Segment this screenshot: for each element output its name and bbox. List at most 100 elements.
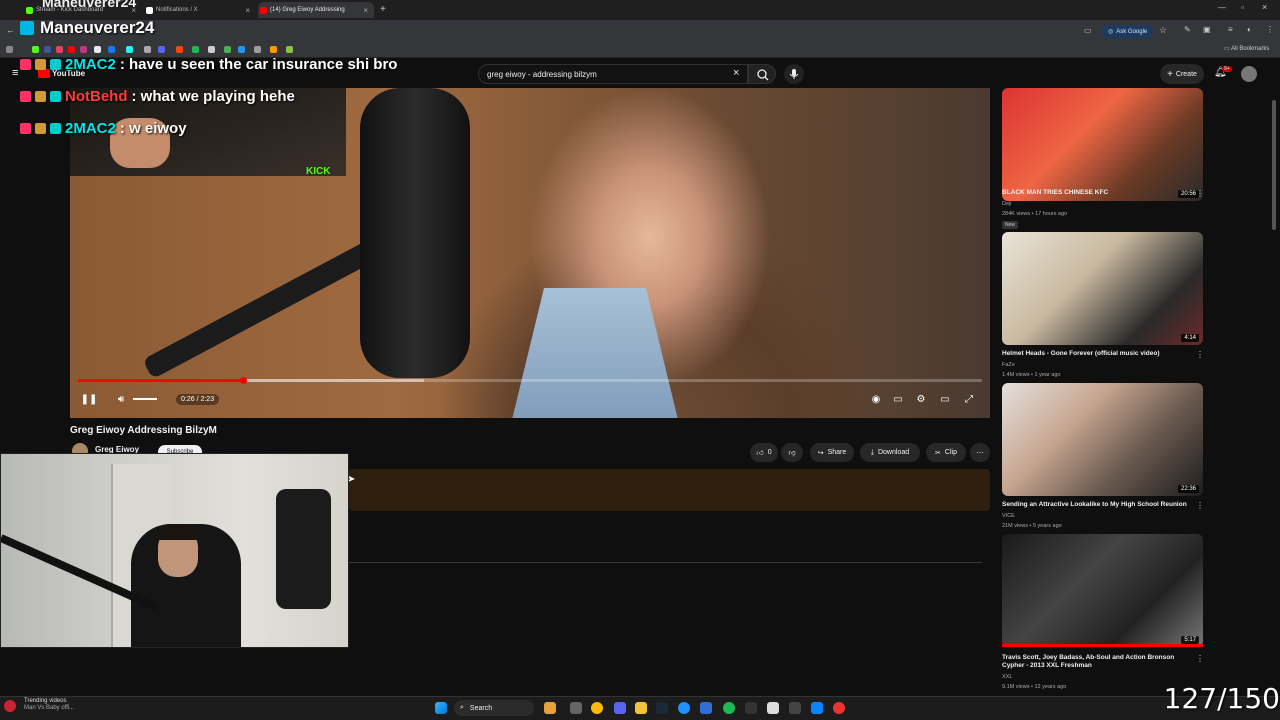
bookmark-icon[interactable] — [254, 46, 261, 53]
search-button[interactable] — [748, 64, 776, 84]
more-options-icon[interactable]: ⋮ — [1196, 189, 1204, 198]
bookmark-icon[interactable] — [208, 46, 215, 53]
bookmark-icon[interactable] — [192, 46, 199, 53]
taskbar-app-icon[interactable] — [700, 702, 712, 714]
bookmark-icon[interactable] — [238, 46, 245, 53]
like-button[interactable]: 👍︎ 0 — [750, 443, 778, 462]
obs-icon[interactable] — [745, 702, 757, 714]
bookmark-icon[interactable] — [80, 46, 87, 53]
taskbar-app-icon[interactable] — [544, 702, 556, 714]
taskbar-app-icon[interactable] — [789, 702, 801, 714]
close-tab-icon[interactable]: × — [245, 6, 250, 15]
extensions-icon[interactable]: ✎ — [1184, 25, 1191, 34]
recommendation-title[interactable]: BLACK MAN TRIES CHINESE KFC — [1002, 189, 1192, 197]
search-icon — [757, 69, 769, 81]
autoplay-toggle[interactable]: ◉ — [867, 391, 885, 407]
tab-notifications[interactable]: Notifications / X × — [144, 2, 256, 18]
settings-button[interactable]: ⚙ — [912, 391, 930, 407]
sidebar-icon[interactable]: ≡ — [1228, 25, 1233, 34]
puzzle-icon[interactable]: ▣ — [1203, 25, 1211, 34]
taskbar-app-icon[interactable] — [678, 702, 690, 714]
search-input[interactable]: greg eiwoy - addressing bilzym — [478, 64, 748, 84]
bookmark-icon[interactable] — [44, 46, 51, 53]
recommendation-channel[interactable]: FaZe — [1002, 362, 1015, 368]
streamer-badge-icon — [20, 21, 34, 35]
bookmark-icon[interactable] — [144, 46, 151, 53]
trending-widget[interactable]: Trending videos Man Vs Baby offi... — [10, 698, 74, 712]
back-icon[interactable]: ← — [6, 25, 15, 35]
tab-youtube-video[interactable]: (14) Greg Eiwoy Addressing × — [258, 2, 374, 18]
spotify-icon[interactable] — [723, 702, 735, 714]
bookmark-icon[interactable] — [126, 46, 133, 53]
chrome-icon[interactable] — [591, 702, 603, 714]
recommendation-title[interactable]: Helmet Heads - Gone Forever (official mu… — [1002, 350, 1192, 358]
clip-button[interactable]: ✂ Clip — [926, 443, 966, 462]
recommendation-thumbnail[interactable]: 22:36 — [1002, 383, 1203, 496]
recommendation-channel[interactable]: VICE — [1002, 513, 1015, 519]
bookmark-star-icon[interactable]: ☆ — [1159, 25, 1167, 36]
account-avatar[interactable] — [1241, 66, 1257, 82]
fullscreen-icon: ⤢ — [965, 393, 973, 405]
share-button[interactable]: ↪ Share — [810, 443, 854, 462]
more-actions-button[interactable]: ⋯ — [970, 443, 990, 462]
fullscreen-button[interactable]: ⤢ — [960, 391, 978, 407]
steam-icon[interactable] — [656, 702, 668, 714]
file-explorer-icon[interactable] — [635, 702, 647, 714]
new-tab-icon[interactable]: + — [380, 4, 386, 15]
description-box[interactable] — [349, 469, 990, 511]
bookmark-icon[interactable] — [158, 46, 165, 53]
bookmark-icon[interactable] — [94, 46, 101, 53]
clear-search-icon[interactable]: × — [733, 67, 739, 79]
bookmark-icon[interactable] — [108, 46, 115, 53]
more-options-icon[interactable]: ⋮ — [1196, 654, 1204, 663]
bookmark-icon[interactable] — [224, 46, 231, 53]
more-options-icon[interactable]: ⋮ — [1196, 501, 1204, 510]
recommendation-channel[interactable]: Deji — [1002, 201, 1011, 207]
volume-button[interactable]: 🔊︎ — [112, 391, 130, 407]
apps-icon[interactable] — [6, 46, 13, 53]
profile-icon[interactable]: ◐ — [1247, 25, 1252, 34]
progress-scrubber-handle[interactable] — [239, 377, 247, 384]
minimize-icon[interactable]: — — [1218, 3, 1226, 12]
autoplay-icon: ◉ — [871, 393, 881, 405]
menu-dots-icon[interactable]: ⋮ — [1266, 25, 1274, 34]
volume-slider[interactable] — [133, 398, 157, 400]
discord-icon[interactable] — [614, 702, 626, 714]
download-button[interactable]: ⤓ Download — [860, 443, 920, 462]
cast-icon[interactable]: ▭ — [1084, 26, 1092, 35]
recommendation-thumbnail[interactable]: 20:56 — [1002, 88, 1203, 201]
recommendation-thumbnail[interactable]: 4:14 — [1002, 232, 1203, 345]
window-close-icon[interactable]: × — [1262, 2, 1267, 12]
captions-button[interactable]: ▭ — [889, 391, 907, 407]
windows-start-icon[interactable] — [435, 702, 447, 714]
create-button[interactable]: + Create — [1160, 64, 1204, 84]
bookmark-icon[interactable] — [56, 46, 63, 53]
more-options-icon[interactable]: ⋮ — [1196, 350, 1204, 359]
theater-mode-button[interactable]: ▭ — [936, 391, 954, 407]
taskbar-app-icon[interactable] — [833, 702, 845, 714]
voice-search-button[interactable] — [784, 64, 804, 84]
task-view-icon[interactable] — [570, 702, 582, 714]
taskbar-app-icon[interactable] — [811, 702, 823, 714]
bookmark-icon[interactable] — [270, 46, 277, 53]
close-tab-icon[interactable]: × — [363, 6, 368, 15]
dislike-button[interactable]: 👎︎ — [781, 443, 803, 462]
bookmark-icon[interactable] — [286, 46, 293, 53]
bookmark-icon[interactable] — [68, 46, 75, 53]
bookmark-icon[interactable] — [176, 46, 183, 53]
tab-label: (14) Greg Eiwoy Addressing — [270, 7, 345, 13]
recommendation-channel[interactable]: XXL — [1002, 674, 1012, 680]
all-bookmarks-link[interactable]: ▭ All Bookmarks — [1224, 45, 1269, 52]
recommendation-thumbnail[interactable]: 5:17 — [1002, 534, 1203, 647]
maximize-icon[interactable]: ▫ — [1241, 3, 1244, 12]
ask-google-button[interactable]: ◎ Ask Google — [1102, 25, 1154, 38]
taskbar-search[interactable]: ⌕ Search — [454, 700, 534, 716]
bookmark-kick-icon[interactable] — [32, 46, 39, 53]
download-icon: ⤓ — [870, 448, 874, 456]
taskbar-app-icon[interactable] — [767, 702, 779, 714]
pause-button[interactable]: ❚❚ — [80, 391, 98, 407]
hamburger-menu-icon[interactable]: ≡ — [12, 67, 18, 79]
page-scrollbar[interactable] — [1272, 100, 1276, 230]
recommendation-title[interactable]: Sending an Attractive Lookalike to My Hi… — [1002, 501, 1192, 509]
recommendation-title[interactable]: Travis Scott, Joey Badass, Ab-Soul and A… — [1002, 654, 1192, 670]
